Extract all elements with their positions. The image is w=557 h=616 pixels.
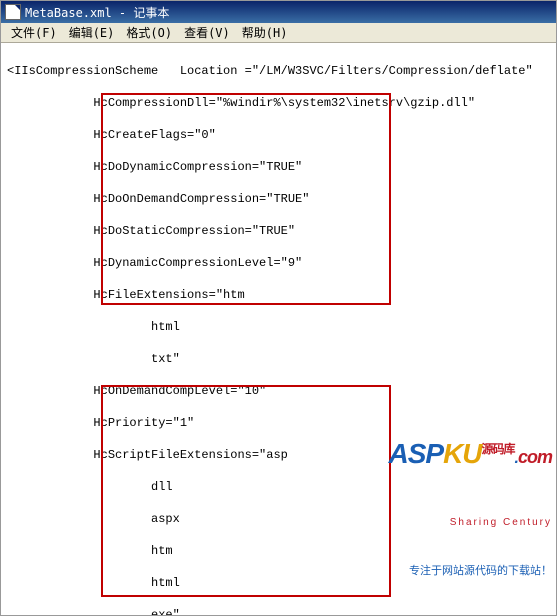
code-line: html [7,319,550,335]
code-line: exe" [7,607,550,615]
menu-edit[interactable]: 编辑(E) [63,22,121,43]
code-line: HcFileExtensions="htm [7,287,550,303]
code-line: txt" [7,351,550,367]
code-line: <IIsCompressionScheme Location ="/LM/W3S… [7,63,550,79]
menu-bar: 文件(F) 编辑(E) 格式(O) 查看(V) 帮助(H) [1,23,556,43]
code-line: HcDoDynamicCompression="TRUE" [7,159,550,175]
window-title: MetaBase.xml - 记事本 [25,4,169,21]
menu-format[interactable]: 格式(O) [120,22,178,43]
code-line: HcCreateFlags="0" [7,127,550,143]
code-line: html [7,575,550,591]
code-line: HcCompressionDll="%windir%\system32\inet… [7,95,550,111]
document-icon [5,4,21,20]
code-line: HcPriority="1" [7,415,550,431]
menu-view[interactable]: 查看(V) [178,22,236,43]
code-line: dll [7,479,550,495]
window-titlebar: MetaBase.xml - 记事本 [1,1,556,23]
code-line: HcDynamicCompressionLevel="9" [7,255,550,271]
code-line: aspx [7,511,550,527]
text-editor-content[interactable]: <IIsCompressionScheme Location ="/LM/W3S… [1,43,556,615]
code-line: HcOnDemandCompLevel="10" [7,383,550,399]
code-line: htm [7,543,550,559]
menu-help[interactable]: 帮助(H) [236,22,294,43]
code-line: HcScriptFileExtensions="asp [7,447,550,463]
code-line: HcDoOnDemandCompression="TRUE" [7,191,550,207]
menu-file[interactable]: 文件(F) [5,22,63,43]
code-line: HcDoStaticCompression="TRUE" [7,223,550,239]
